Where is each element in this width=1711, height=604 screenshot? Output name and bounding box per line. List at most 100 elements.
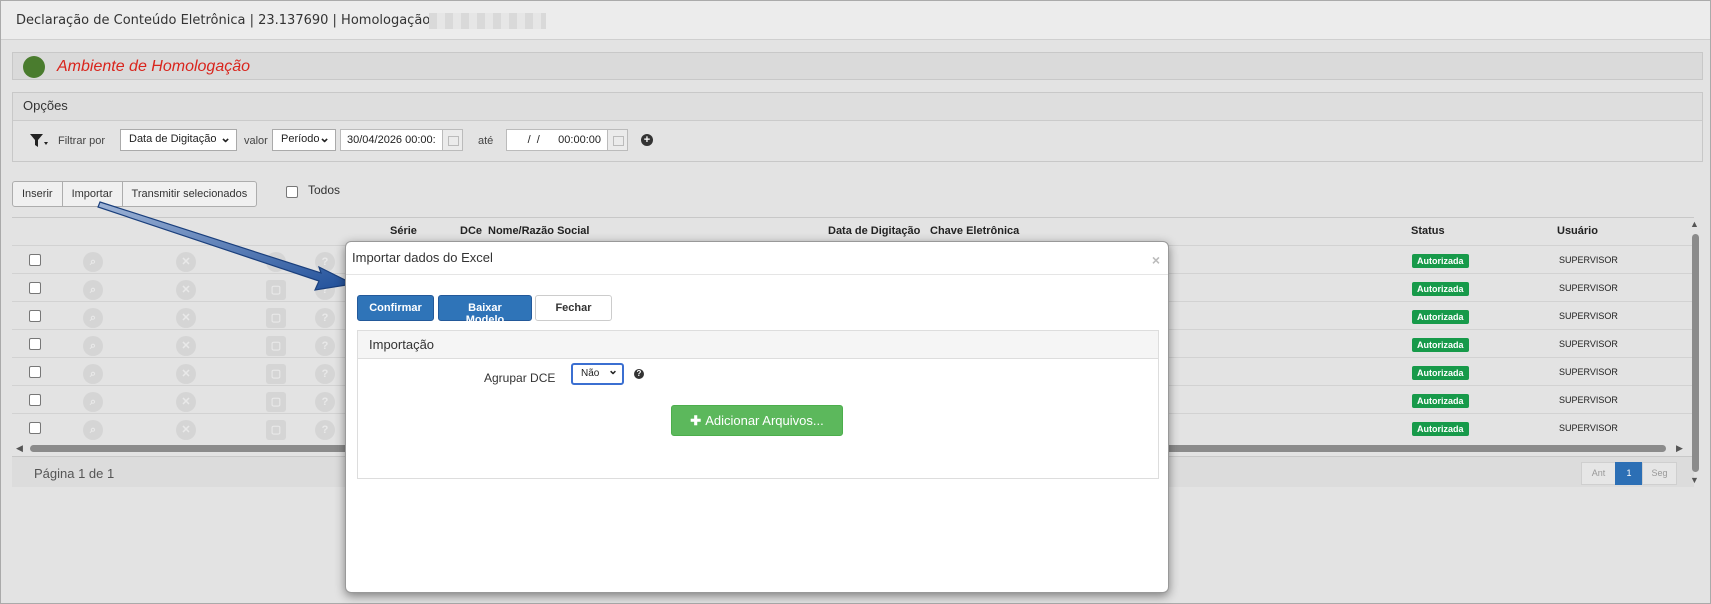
vertical-scroll-thumb[interactable] [1692, 234, 1699, 472]
filter-by-label: Filtrar por [58, 135, 106, 147]
vertical-scrollbar[interactable]: ▲ ▼ [1689, 218, 1701, 488]
transmit-selected-button[interactable]: Transmitir selecionados [121, 181, 258, 207]
view-icon[interactable]: ⌕ [83, 336, 103, 356]
close-dialog-button[interactable]: Fechar [535, 295, 612, 321]
options-panel: Opções Filtrar por Data de Digitação val… [12, 92, 1703, 162]
column-header-dce[interactable]: DCe [460, 225, 482, 237]
cancel-icon[interactable]: ✕ [176, 392, 196, 412]
help-icon[interactable]: ? [634, 369, 644, 379]
group-dce-select[interactable]: Não [571, 363, 624, 385]
cancel-icon[interactable]: ✕ [176, 336, 196, 356]
current-page-button[interactable]: 1 [1615, 462, 1643, 485]
prev-page-button[interactable]: Ant [1581, 462, 1616, 485]
window-title: Declaração de Conteúdo Eletrônica | 23.1… [16, 13, 439, 28]
help-icon[interactable]: ? [315, 252, 335, 272]
dialog-title: Importar dados do Excel [352, 250, 493, 265]
calendar-from-icon[interactable] [442, 129, 463, 151]
column-header-name[interactable]: Nome/Razão Social [488, 225, 589, 237]
column-header-serie[interactable]: Série [390, 225, 417, 237]
import-excel-dialog: Importar dados do Excel × Confirmar Baix… [345, 241, 1169, 593]
cancel-icon[interactable]: ✕ [176, 364, 196, 384]
group-dce-label: Agrupar DCE [484, 371, 556, 385]
scroll-right-icon[interactable]: ▶ [1676, 443, 1683, 454]
row-checkbox[interactable] [29, 366, 41, 378]
status-badge: Autorizada [1412, 310, 1469, 324]
help-icon[interactable]: ? [315, 392, 335, 412]
download-template-button[interactable]: Baixar Modelo [438, 295, 532, 326]
user-cell: SUPERVISOR [1559, 339, 1618, 349]
import-section: Importação Agrupar DCE Não ? ✚Adicionar … [357, 330, 1159, 479]
user-cell: SUPERVISOR [1559, 311, 1618, 321]
edit-icon[interactable]: ▢ [266, 364, 286, 384]
until-label: até [478, 135, 494, 147]
date-to-input[interactable]: / / 00:00:00 [506, 129, 608, 151]
import-button[interactable]: Importar [61, 181, 123, 207]
user-cell: SUPERVISOR [1559, 423, 1618, 433]
filter-icon[interactable] [29, 133, 49, 149]
column-header-user[interactable]: Usuário [1557, 225, 1598, 237]
title-bar: Declaração de Conteúdo Eletrônica | 23.1… [1, 1, 1710, 40]
cancel-icon[interactable]: ✕ [176, 420, 196, 440]
cancel-icon[interactable]: ✕ [176, 280, 196, 300]
help-icon[interactable]: ? [315, 420, 335, 440]
import-section-title: Importação [358, 331, 1158, 359]
view-icon[interactable]: ⌕ [83, 364, 103, 384]
edit-icon[interactable] [266, 252, 286, 272]
status-badge: Autorizada [1412, 254, 1469, 268]
row-checkbox[interactable] [29, 310, 41, 322]
date-from-input[interactable]: 30/04/2026 00:00: [340, 129, 443, 151]
cancel-icon[interactable]: ✕ [176, 252, 196, 272]
calendar-to-icon[interactable] [607, 129, 628, 151]
edit-icon[interactable]: ▢ [266, 392, 286, 412]
row-checkbox[interactable] [29, 422, 41, 434]
view-icon[interactable]: ⌕ [83, 420, 103, 440]
help-icon[interactable]: ? [315, 364, 335, 384]
scroll-left-icon[interactable]: ◀ [16, 443, 23, 454]
scroll-down-icon[interactable]: ▼ [1690, 475, 1699, 485]
view-icon[interactable]: ⌕ [83, 280, 103, 300]
row-checkbox[interactable] [29, 254, 41, 266]
edit-icon[interactable]: ▢ [266, 308, 286, 328]
edit-icon[interactable]: ▢ [266, 336, 286, 356]
add-files-button[interactable]: ✚ Adicionar Arquivos... [671, 405, 843, 436]
view-icon[interactable]: ⌕ [83, 252, 103, 272]
help-icon[interactable]: ? [315, 308, 335, 328]
redacted-text [429, 13, 546, 29]
column-header-status[interactable]: Status [1411, 225, 1445, 237]
value-select[interactable]: Período [272, 129, 336, 151]
row-checkbox[interactable] [29, 282, 41, 294]
view-icon[interactable]: ⌕ [83, 392, 103, 412]
pagination: Ant 1 Seg [1581, 462, 1677, 485]
environment-banner: Ambiente de Homologação [12, 52, 1703, 80]
next-page-button[interactable]: Seg [1642, 462, 1677, 485]
value-label: valor [244, 135, 268, 147]
help-icon[interactable]: ? [315, 280, 335, 300]
user-cell: SUPERVISOR [1559, 255, 1618, 265]
action-button-group: Inserir Importar Transmitir selecionados [12, 181, 258, 207]
plus-icon: ✚ [690, 413, 702, 428]
filter-by-select[interactable]: Data de Digitação [120, 129, 237, 151]
close-icon[interactable]: × [1152, 252, 1160, 268]
environment-label: Ambiente de Homologação [57, 58, 251, 75]
column-header-electronic-key[interactable]: Chave Eletrônica [930, 225, 1019, 237]
help-icon[interactable]: ? [315, 336, 335, 356]
cancel-icon[interactable]: ✕ [176, 308, 196, 328]
confirm-button[interactable]: Confirmar [357, 295, 434, 321]
add-files-label: Adicionar Arquivos... [705, 413, 824, 428]
status-badge: Autorizada [1412, 366, 1469, 380]
edit-icon[interactable]: ▢ [266, 420, 286, 440]
row-checkbox[interactable] [29, 394, 41, 406]
add-filter-icon[interactable]: + [641, 134, 653, 146]
row-checkbox[interactable] [29, 338, 41, 350]
insert-button[interactable]: Inserir [12, 181, 63, 207]
column-header-entry-date[interactable]: Data de Digitação [828, 225, 920, 237]
edit-icon[interactable]: ▢ [266, 280, 286, 300]
app-window: Declaração de Conteúdo Eletrônica | 23.1… [0, 0, 1711, 604]
user-cell: SUPERVISOR [1559, 367, 1618, 377]
select-all-checkbox[interactable] [286, 186, 298, 198]
scroll-up-icon[interactable]: ▲ [1690, 219, 1699, 229]
user-cell: SUPERVISOR [1559, 283, 1618, 293]
view-icon[interactable]: ⌕ [83, 308, 103, 328]
environment-indicator-icon [23, 56, 45, 78]
status-badge: Autorizada [1412, 422, 1469, 436]
